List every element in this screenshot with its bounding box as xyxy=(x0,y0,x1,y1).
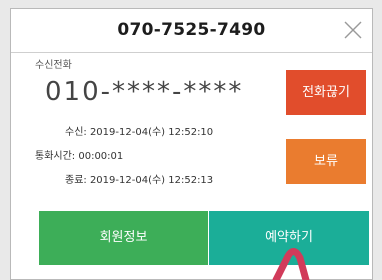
member-info-button[interactable]: 회원정보 xyxy=(39,211,208,265)
member-info-button-label: 회원정보 xyxy=(99,230,148,245)
incoming-call-label: 수신전화 xyxy=(35,60,72,71)
hold-button[interactable]: 보류 xyxy=(286,139,366,184)
caller-number: 010-****-**** xyxy=(45,77,244,107)
dialog-title: 070-7525-7490 xyxy=(117,20,266,40)
close-icon[interactable] xyxy=(342,19,364,41)
call-duration: 통화시간: 00:00:01 xyxy=(35,151,124,162)
hold-button-label: 보류 xyxy=(314,154,338,169)
hangup-button[interactable]: 전화끊기 xyxy=(286,70,366,115)
received-time: 수신: 2019-12-04(수) 12:52:10 xyxy=(65,127,214,138)
ended-time: 종료: 2019-12-04(수) 12:52:13 xyxy=(65,175,214,186)
annotation-arrow-icon xyxy=(272,248,310,280)
dialog-header: 070-7525-7490 xyxy=(11,9,372,53)
call-dialog: 070-7525-7490 수신전화 010-****-**** 수신: 201… xyxy=(10,8,373,280)
hangup-button-label: 전화끊기 xyxy=(302,85,350,100)
